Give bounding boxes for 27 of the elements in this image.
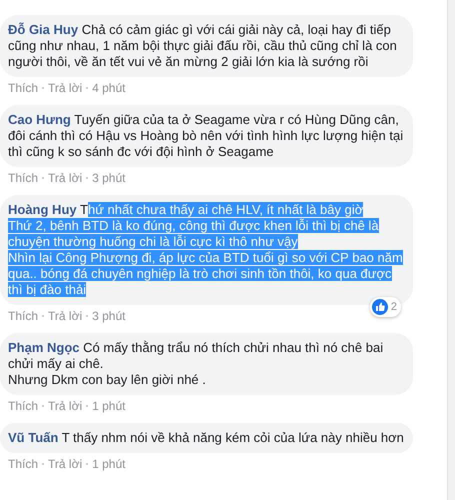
author-link[interactable]: Cao Hưng [8,112,71,127]
action-link[interactable]: Thích [8,456,38,472]
action-link[interactable]: Thích [8,170,38,186]
comment-time[interactable]: 1 phút [92,456,126,472]
reaction-count[interactable]: 2 [370,297,401,317]
action-link[interactable]: Thích [8,80,38,96]
comment-time[interactable]: 1 phút [92,398,126,414]
comment-text: Phạm Ngọc Có mấy thằng trẩu nó thích chửi nhau thì nó chê bai chửi mấy ai chê. Nhưng Dkm con bay lên giời nhé . [8,340,384,388]
action-link[interactable]: Trả lời [48,170,82,186]
action-link[interactable]: Trả lời [48,456,82,472]
author-link[interactable]: Phạm Ngọc [8,340,80,355]
action-link[interactable]: Thích [8,398,38,414]
comment-time[interactable]: 3 phút [92,308,126,324]
thumbs-up-icon [372,299,388,315]
action-link[interactable]: Trả lời [48,308,82,324]
comment-time[interactable]: 4 phút [92,80,126,96]
comment-text: Đỗ Gia Huy Chả có cảm giác gì với cái giải này cả, loại hay đi tiếp cũng như nhau, 1 năm bội thực giải đấu rồi, cầu thủ cũng chỉ là con người thôi, về ăn tết vui vẻ ăn mừng 2 giải lớn kia là sướng rồi [8,22,398,70]
comment-text: Vũ Tuấn T thấy nhm nói về khả năng kém cỏi của lứa này nhiều hơn [8,430,405,446]
comment-text: Cao Hưng Tuyến giữa của ta ở Seagame vừa r có Hùng Dũng cân, đôi cánh thì có Hậu vs Hoàng bò nên với tình hình lực lượng hiện tại thì cũng k so sánh đc với đội hình ở Seagame [8,112,404,160]
author-link[interactable]: Vũ Tuấn [8,430,58,445]
author-link[interactable]: Đỗ Gia Huy [8,22,78,37]
author-link[interactable]: Hoàng Huy [8,202,77,217]
action-link[interactable]: Trả lời [48,398,82,414]
action-link[interactable]: Thích [8,308,38,324]
comment-time[interactable]: 3 phút [92,170,126,186]
comment-text: Hoàng Huy Thứ nhất chưa thấy ai chê HLV, ít nhất là bây giờ Thứ 2, bênh BTD là ko đúng, công thì được khen lỗi thì bị chê là chuyện thường huống chi là lỗi cực kì thô như vậy Nhìn lại Công Phượng đi, áp lực của BTD tuổi gì so với CP bao năm qua.. bóng đá chuyên nghiệp là trò chơi sinh tồn thôi, ko qua được thì bị đào thải [8,202,404,298]
action-link[interactable]: Trả lời [48,80,82,96]
